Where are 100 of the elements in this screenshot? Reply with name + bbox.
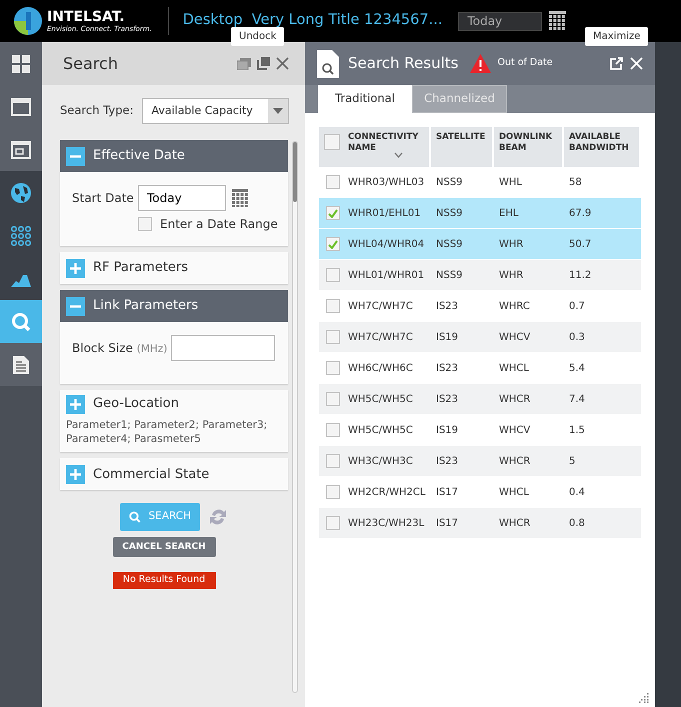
table-cell: 0.4 xyxy=(569,486,585,498)
document-icon xyxy=(11,354,31,374)
table-cell: 58 xyxy=(569,176,582,188)
table-cell: IS17 xyxy=(436,486,458,498)
checkbox[interactable] xyxy=(326,392,340,406)
date-field[interactable]: Today xyxy=(138,185,226,211)
table-cell-text: WHR03/WHL03 xyxy=(348,176,424,190)
section-header[interactable]: Effective Date xyxy=(60,140,288,172)
grid-icon xyxy=(11,54,31,74)
section-header[interactable]: Commercial State xyxy=(60,458,288,490)
table-cell-text: WH7C/WH7C xyxy=(348,300,413,314)
checkbox[interactable] xyxy=(326,268,340,282)
table-cell-text: WH5C/WH5C xyxy=(348,424,413,438)
cancel-search-button[interactable]: CANCEL SEARCH xyxy=(112,537,216,558)
brand-name: INTELSAT. xyxy=(47,10,126,24)
checkbox[interactable] xyxy=(138,217,152,231)
column-header[interactable]: SATELLITE xyxy=(431,127,494,167)
logo-icon xyxy=(13,6,43,36)
panel-title: Search xyxy=(63,52,119,74)
sort-icon[interactable] xyxy=(394,152,403,158)
caret-icon xyxy=(273,108,283,114)
undock-icon[interactable] xyxy=(257,57,270,70)
table-cell-text: WH3C/WH3C xyxy=(348,454,413,468)
section-header[interactable]: Link Parameters xyxy=(60,290,288,322)
table-cell-text: WH5C/WH5C xyxy=(348,392,413,406)
column-header[interactable]: AVAILABLE BANDWIDTH xyxy=(564,127,641,167)
table-cell: 5.4 xyxy=(569,362,585,374)
checkbox[interactable] xyxy=(326,330,340,344)
check-icon xyxy=(328,240,338,248)
table-cell-text: WHR01/EHL01 xyxy=(348,206,421,220)
table-row[interactable]: WHL04/WHR04 NSS9 WHR 50.7 xyxy=(319,229,641,260)
external-link-icon[interactable] xyxy=(610,57,623,70)
table-cell: 7.4 xyxy=(569,394,585,404)
table-cell: WHR xyxy=(499,270,524,280)
check-icon xyxy=(328,208,338,218)
table-row[interactable]: WH23C/WH23L IS17 WHCR 0.8 xyxy=(319,508,641,539)
table-cell-text: WH23C/WH23L xyxy=(348,516,424,530)
checkbox[interactable] xyxy=(326,516,340,530)
table-cell: WHCV xyxy=(499,424,530,436)
column-header[interactable]: DOWNLINK BEAM xyxy=(494,127,564,167)
date-field[interactable]: Today xyxy=(458,12,542,30)
error-message: No Results Found xyxy=(112,572,216,589)
field-label: Search Type: xyxy=(60,102,134,120)
minus-icon xyxy=(66,146,85,166)
table-cell: 11.2 xyxy=(569,270,592,280)
table-cell: WHCR xyxy=(499,394,530,404)
checkbox[interactable] xyxy=(326,175,340,189)
search-icon xyxy=(11,312,31,332)
checkbox[interactable] xyxy=(326,485,340,499)
section-header[interactable]: RF Parameters xyxy=(60,252,288,284)
table-cell: 5 xyxy=(569,456,576,466)
table-row[interactable]: WH3C/WH3C IS23 WHCR 5 xyxy=(319,446,641,477)
table-row[interactable]: WHR01/EHL01 NSS9 EHL 67.9 xyxy=(319,198,641,229)
dots-icon xyxy=(11,226,31,246)
table-cell: 50.7 xyxy=(569,238,592,250)
table-cell-text: WHL01/WHR01 xyxy=(348,268,424,282)
warning-icon xyxy=(470,54,492,73)
section-header[interactable]: Geo-Location xyxy=(60,390,288,418)
table-cell: 67.9 xyxy=(569,208,592,218)
tab[interactable]: Traditional xyxy=(318,85,412,113)
table-cell: 0.3 xyxy=(569,332,585,342)
checkbox[interactable] xyxy=(326,299,340,313)
table-cell: WHL xyxy=(499,176,522,188)
minus-icon xyxy=(66,296,85,316)
table-cell: IS23 xyxy=(436,300,458,312)
checkbox[interactable] xyxy=(326,454,340,468)
table-row[interactable]: WH5C/WH5C IS23 WHCR 7.4 xyxy=(319,384,641,415)
scrollbar[interactable] xyxy=(292,141,298,693)
table-cell: WHCR xyxy=(499,456,530,466)
checkbox[interactable] xyxy=(326,361,340,375)
table-cell-text: WH7C/WH7C xyxy=(348,330,413,344)
plus-icon xyxy=(66,464,85,484)
checkbox-label[interactable]: Enter a Date Range xyxy=(160,215,278,233)
checkbox[interactable] xyxy=(326,423,340,437)
table-row[interactable]: WH7C/WH7C IS19 WHCV 0.3 xyxy=(319,322,641,353)
resize-grip-icon[interactable] xyxy=(639,693,649,703)
table-cell: NSS9 xyxy=(436,176,463,188)
table-cell-text: WH6C/WH6C xyxy=(348,362,413,376)
field-label: Start Date xyxy=(72,190,135,207)
calendar-icon[interactable] xyxy=(548,11,568,31)
table-cell: IS19 xyxy=(436,332,458,342)
checkbox[interactable] xyxy=(326,237,340,251)
search-type-select[interactable]: Available Capacity xyxy=(142,98,289,124)
table-cell: IS19 xyxy=(436,424,458,436)
table-cell: IS23 xyxy=(436,362,458,374)
tooltip: Undock xyxy=(231,27,284,46)
table-cell: 0.7 xyxy=(569,300,585,312)
windows-icon[interactable] xyxy=(237,58,251,70)
table-row[interactable]: WHL01/WHR01 NSS9 WHR 11.2 xyxy=(319,260,641,291)
table-cell: IS17 xyxy=(436,518,458,528)
checkbox[interactable] xyxy=(324,134,340,150)
search-icon xyxy=(129,510,141,524)
table-cell-text: WH2CR/WH2CL xyxy=(348,486,426,500)
checkbox[interactable] xyxy=(326,206,340,220)
section-summary: Parameter1; Parameter2; Parameter3; Parameter4; Parasmeter5 xyxy=(65,418,268,448)
table-cell: NSS9 xyxy=(436,270,463,280)
close-icon[interactable] xyxy=(276,57,289,70)
tooltip: Maximize xyxy=(585,27,648,46)
block-size-field[interactable] xyxy=(171,335,275,361)
plus-icon xyxy=(66,394,85,414)
